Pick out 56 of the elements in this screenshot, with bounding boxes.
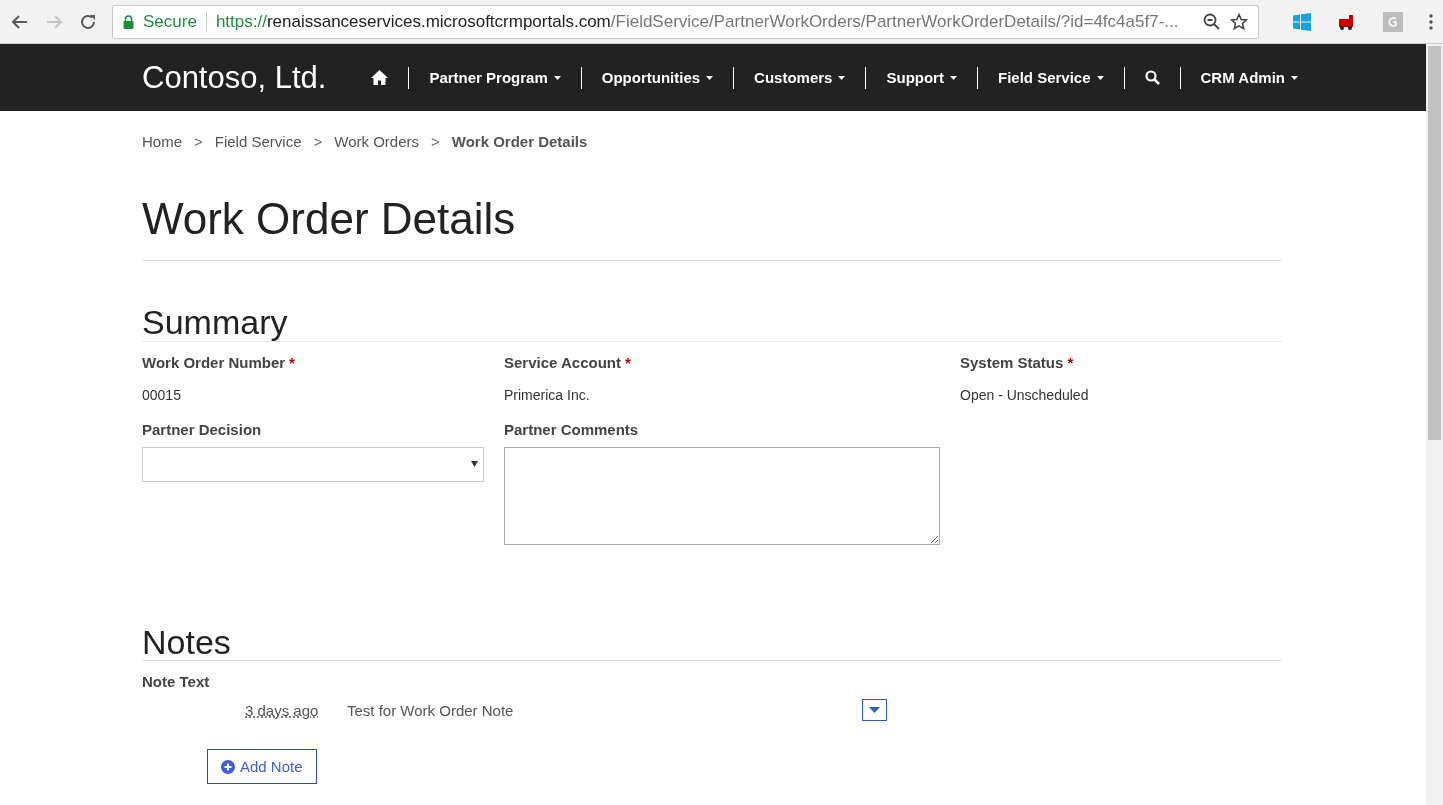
field-label: Partner Comments	[504, 420, 639, 440]
nav-menu-link[interactable]: Partner Program	[429, 69, 561, 86]
dropdown-field[interactable]	[142, 446, 484, 482]
required-marker: *	[1067, 353, 1074, 373]
home-link[interactable]	[371, 70, 389, 85]
section-heading: Notes	[142, 624, 1282, 662]
breadcrumb-separator: >	[194, 133, 203, 150]
note-actions-button[interactable]	[862, 699, 887, 722]
caret-icon	[1096, 75, 1104, 80]
required-marker: *	[625, 353, 631, 373]
home-icon	[371, 70, 389, 85]
lock-icon	[123, 14, 134, 29]
note-text: Test for Work Order Note	[347, 701, 515, 719]
field-label: Service Account	[504, 353, 621, 373]
url-text: https://renaissanceservices.microsoftcrmportals.com/FieldService/PartnerWorkOrders/PartnerWorkOrderDetails/?id=4fc4a5f7-...	[215, 11, 1180, 32]
breadcrumb-link[interactable]: Work Orders	[334, 133, 419, 150]
nav-menu-link[interactable]: Opportunities	[601, 69, 714, 86]
field-value: 00015	[142, 386, 182, 403]
windows-logo-icon[interactable]	[1293, 12, 1311, 31]
breadcrumb-separator: >	[313, 133, 323, 150]
dropdown-arrow-icon	[471, 461, 478, 468]
nav-menu-link[interactable]: Support	[886, 69, 957, 86]
add-note-button[interactable]: Add Note	[207, 749, 317, 785]
field-label: Partner Decision	[142, 420, 262, 440]
caret-icon	[553, 75, 561, 80]
field-value: Open - Unscheduled	[960, 386, 1090, 403]
breadcrumb-separator: >	[431, 133, 440, 150]
breadcrumb-current: Work Order Details	[451, 133, 588, 150]
secure-label: Secure	[143, 11, 197, 32]
caret-icon	[838, 75, 846, 80]
field-value: Primerica Inc.	[504, 386, 591, 403]
page-title: Work Order Details	[142, 194, 1282, 261]
search-icon	[1144, 70, 1160, 85]
search-link[interactable]	[1144, 70, 1160, 85]
section-heading: Summary	[142, 305, 1282, 342]
zoom-out-icon[interactable]	[1203, 12, 1221, 31]
caret-icon	[1290, 75, 1298, 80]
breadcrumb-link[interactable]: Home	[142, 133, 182, 150]
address-bar[interactable]: Secure https://renaissanceservices.microsoftcrmportals.com/FieldService/PartnerWorkOrders/PartnerWorkOrderDetails/?id=4fc4a5f7-...	[112, 4, 1259, 39]
breadcrumb-link[interactable]: Field Service	[214, 133, 302, 150]
nav-menu-link[interactable]: Field Service	[997, 69, 1104, 86]
field-label: Work Order Number	[142, 353, 286, 373]
plus-circle-icon	[221, 759, 235, 774]
field-label: System Status	[960, 353, 1064, 373]
caret-icon	[706, 75, 714, 80]
caret-icon	[869, 707, 880, 714]
nav-menu-link[interactable]: CRM Admin	[1200, 69, 1298, 86]
more-options-icon[interactable]	[1429, 13, 1433, 30]
scrollbar[interactable]	[1426, 44, 1443, 805]
caret-icon	[949, 75, 957, 80]
nav-menu-link[interactable]: Customers	[754, 69, 846, 86]
column-label: Note Text	[142, 673, 210, 693]
brand-link[interactable]: Contoso, Ltd.	[142, 59, 327, 96]
required-marker: *	[289, 353, 295, 373]
star-icon[interactable]	[1230, 12, 1248, 31]
note-timestamp: 3 days ago	[245, 701, 320, 719]
